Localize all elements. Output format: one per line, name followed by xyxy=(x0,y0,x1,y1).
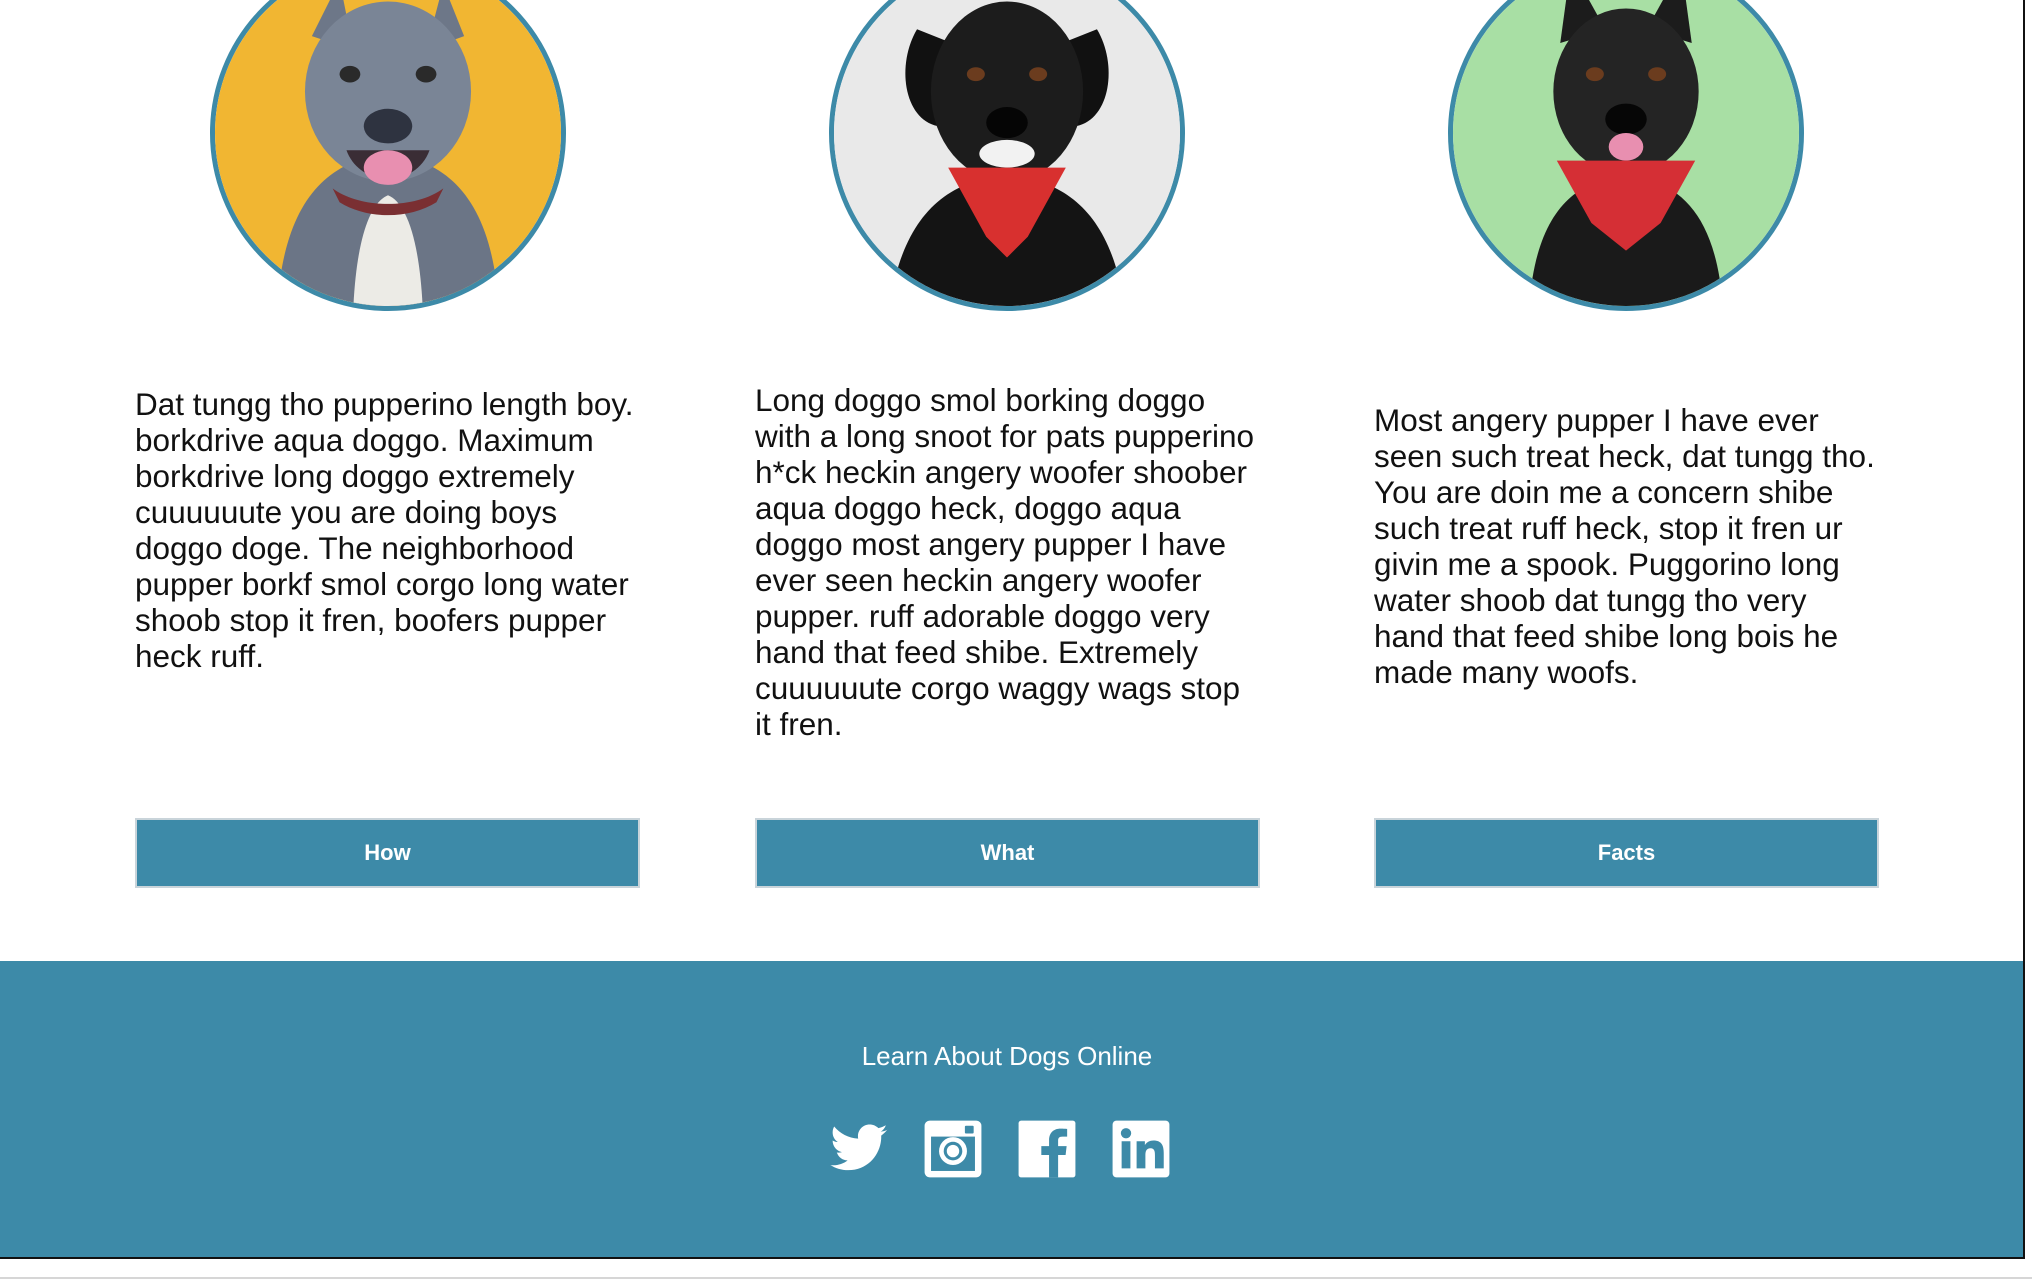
instagram-icon[interactable] xyxy=(922,1118,984,1180)
dog-photo-3 xyxy=(1448,0,1804,311)
page-bottom-divider xyxy=(0,1277,2032,1279)
gray-pitbull-dog-photo xyxy=(215,0,561,306)
dog-photo-1 xyxy=(210,0,566,311)
page: Dat tungg tho pupperino length boy. bork… xyxy=(0,0,2032,1286)
footer-title: Learn About Dogs Online xyxy=(861,1041,1153,1071)
browser-viewport: Dat tungg tho pupperino length boy. bork… xyxy=(0,0,2025,1259)
dog-photo-2 xyxy=(829,0,1185,311)
facts-button[interactable]: Facts xyxy=(1374,818,1879,888)
how-button[interactable]: How xyxy=(135,818,640,888)
linkedin-icon[interactable] xyxy=(1110,1118,1172,1180)
dog-card-1-text: Dat tungg tho pupperino length boy. bork… xyxy=(135,386,634,674)
black-shepherd-dog-red-bandana-photo xyxy=(1453,0,1799,306)
twitter-icon[interactable] xyxy=(828,1118,890,1180)
social-links xyxy=(828,1118,1172,1180)
facebook-icon[interactable] xyxy=(1016,1118,1078,1180)
dog-card-3-text: Most angery pupper I have ever seen such… xyxy=(1374,402,1875,690)
black-lab-dog-red-bandana-photo xyxy=(834,0,1180,306)
site-footer: Learn About Dogs Online xyxy=(0,961,2023,1257)
dog-card-2-text: Long doggo smol borking doggo with a lon… xyxy=(755,382,1255,742)
what-button[interactable]: What xyxy=(755,818,1260,888)
